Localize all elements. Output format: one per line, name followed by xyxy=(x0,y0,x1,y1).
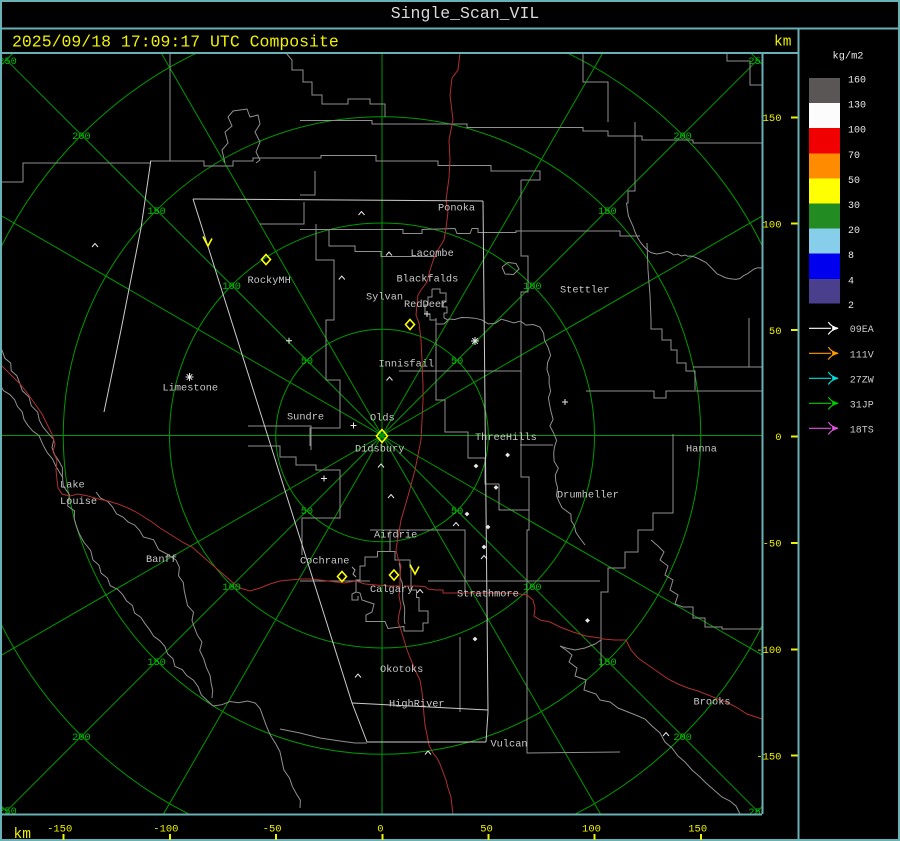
svg-text:150: 150 xyxy=(763,113,782,125)
svg-text:Hanna: Hanna xyxy=(686,444,717,456)
svg-text:0: 0 xyxy=(775,432,781,444)
svg-text:8: 8 xyxy=(848,251,854,262)
svg-text:150: 150 xyxy=(598,657,617,669)
svg-text:Ponoka: Ponoka xyxy=(438,203,475,215)
svg-text:50: 50 xyxy=(848,176,860,187)
svg-text:150: 150 xyxy=(688,824,707,836)
svg-text:Louise: Louise xyxy=(60,496,97,508)
svg-text:200: 200 xyxy=(673,131,692,143)
svg-text:200: 200 xyxy=(673,732,692,744)
svg-text:-150: -150 xyxy=(47,824,72,836)
svg-text:09EA: 09EA xyxy=(850,325,874,336)
svg-text:30: 30 xyxy=(848,201,860,212)
svg-text:Sundre: Sundre xyxy=(287,412,324,424)
svg-text:Brooks: Brooks xyxy=(694,697,731,709)
svg-text:Blackfalds: Blackfalds xyxy=(397,274,459,286)
svg-text:Vulcan: Vulcan xyxy=(491,739,528,751)
svg-text:0: 0 xyxy=(377,824,383,836)
svg-text:27ZW: 27ZW xyxy=(850,375,874,386)
svg-text:Lake: Lake xyxy=(60,480,85,492)
svg-text:-100: -100 xyxy=(153,824,178,836)
svg-text:20: 20 xyxy=(848,226,860,237)
svg-text:150: 150 xyxy=(147,657,166,669)
svg-text:-150: -150 xyxy=(756,751,781,763)
svg-text:Olds: Olds xyxy=(370,413,395,425)
svg-text:RockyMH: RockyMH xyxy=(248,275,291,287)
svg-text:250: 250 xyxy=(0,56,17,68)
svg-text:kg/m2: kg/m2 xyxy=(833,51,864,63)
svg-text:Lacombe: Lacombe xyxy=(411,248,454,260)
svg-text:Calgary: Calgary xyxy=(370,584,413,596)
svg-text:50: 50 xyxy=(301,506,313,518)
svg-text:111V: 111V xyxy=(850,350,874,361)
svg-text:130: 130 xyxy=(848,101,866,112)
svg-text:-50: -50 xyxy=(763,539,782,551)
svg-text:Cochrane: Cochrane xyxy=(300,556,349,568)
svg-text:Limestone: Limestone xyxy=(163,383,219,395)
svg-text:31JP: 31JP xyxy=(850,400,874,411)
svg-text:100: 100 xyxy=(763,219,782,231)
svg-text:Innisfail: Innisfail xyxy=(379,359,435,371)
svg-text:Stettler: Stettler xyxy=(560,285,609,297)
svg-text:2025/09/18 17:09:17 UTC Compos: 2025/09/18 17:09:17 UTC Composite xyxy=(12,33,339,52)
svg-text:150: 150 xyxy=(598,206,617,218)
svg-text:HighRiver: HighRiver xyxy=(389,699,445,711)
svg-text:50: 50 xyxy=(451,506,463,518)
svg-text:50: 50 xyxy=(769,326,782,338)
svg-text:Banff: Banff xyxy=(146,554,177,566)
svg-text:RedDeer: RedDeer xyxy=(404,299,447,311)
svg-text:-100: -100 xyxy=(756,645,781,657)
svg-text:Sylvan: Sylvan xyxy=(366,292,403,304)
svg-text:4: 4 xyxy=(848,276,854,287)
svg-text:Didsbury: Didsbury xyxy=(355,444,404,456)
svg-text:100: 100 xyxy=(848,126,866,137)
svg-text:70: 70 xyxy=(848,151,860,162)
svg-text:160: 160 xyxy=(848,76,866,87)
svg-text:100: 100 xyxy=(222,281,241,293)
svg-text:Airdrie: Airdrie xyxy=(374,530,417,542)
svg-text:200: 200 xyxy=(72,131,91,143)
svg-text:18TS: 18TS xyxy=(850,425,874,436)
svg-text:150: 150 xyxy=(147,206,166,218)
svg-text:100: 100 xyxy=(222,582,241,594)
svg-text:100: 100 xyxy=(582,824,601,836)
svg-text:km: km xyxy=(14,827,31,841)
svg-text:50: 50 xyxy=(301,356,313,368)
svg-text:ThreeHills: ThreeHills xyxy=(475,432,537,444)
svg-text:100: 100 xyxy=(523,582,542,594)
svg-text:Strathmore: Strathmore xyxy=(457,589,519,601)
svg-text:2: 2 xyxy=(848,301,854,312)
svg-text:Okotoks: Okotoks xyxy=(380,664,423,676)
svg-text:km: km xyxy=(774,35,791,51)
svg-text:200: 200 xyxy=(72,732,91,744)
svg-text:Drumheller: Drumheller xyxy=(557,490,619,502)
svg-text:-50: -50 xyxy=(263,824,282,836)
svg-text:50: 50 xyxy=(451,356,463,368)
svg-text:50: 50 xyxy=(480,824,493,836)
svg-text:100: 100 xyxy=(523,281,542,293)
svg-text:Single_Scan_VIL: Single_Scan_VIL xyxy=(391,4,540,23)
